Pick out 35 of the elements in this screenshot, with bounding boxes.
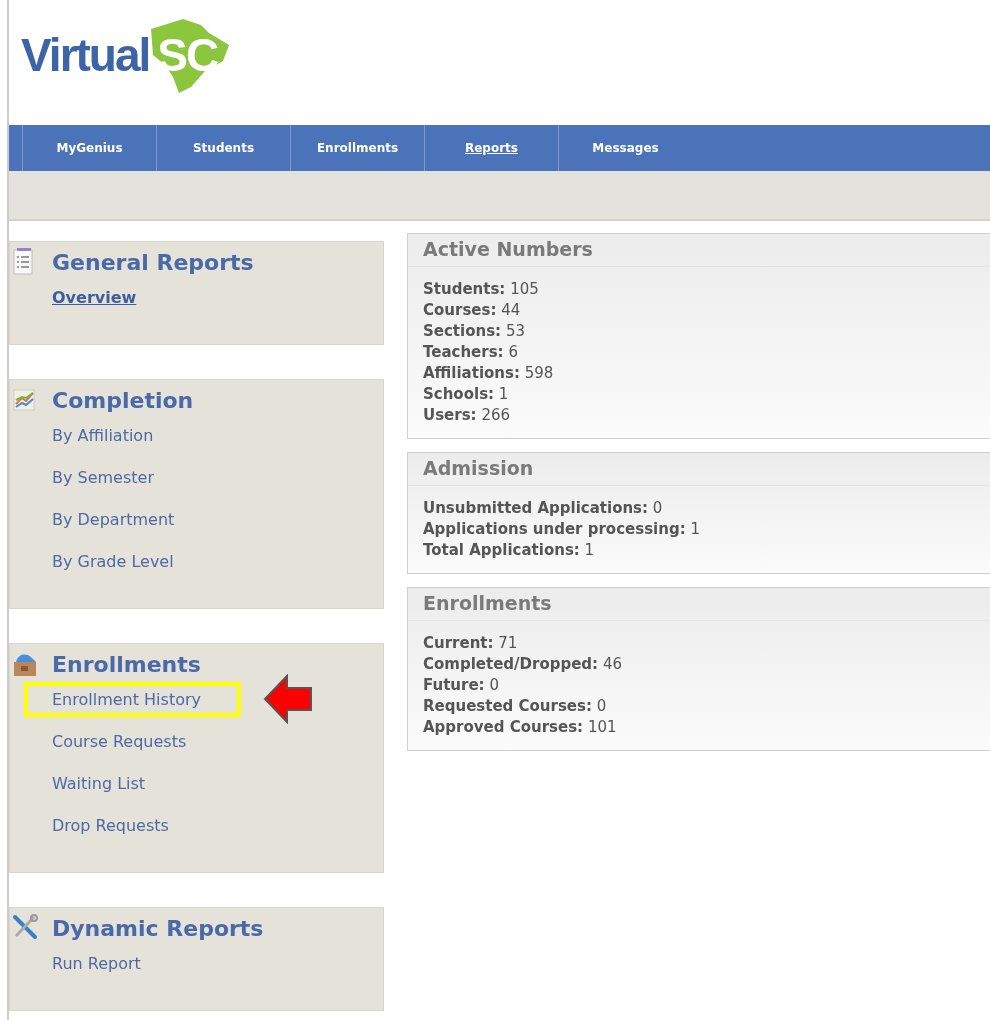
report-link[interactable]: Overview	[48, 279, 141, 315]
stat-line: Requested Courses: 0	[423, 696, 608, 717]
report-link[interactable]: Waiting List	[48, 765, 150, 801]
stat-line: Applications under processing: 1	[423, 519, 701, 540]
report-link[interactable]: Enrollment History	[24, 681, 241, 717]
stat-line: Total Applications: 1	[423, 540, 596, 561]
stat-line: Schools: 1	[423, 384, 510, 405]
panel-title: Enrollments	[408, 588, 990, 621]
arrow-icon	[263, 674, 313, 724]
stat-line: Approved Courses: 101	[423, 717, 618, 738]
stat-line: Affiliations: 598	[423, 363, 555, 384]
stat-line: Current: 71	[423, 633, 519, 654]
stat-line: Courses: 44	[423, 300, 522, 321]
section-title: General Reports	[52, 249, 254, 275]
stat-line: Completed/Dropped: 46	[423, 654, 623, 675]
stat-line: Unsubmitted Applications: 0	[423, 498, 664, 519]
section-title: Dynamic Reports	[52, 915, 264, 941]
section-title: Enrollments	[52, 651, 201, 677]
report-link[interactable]: Run Report	[48, 945, 145, 981]
chart-icon	[12, 386, 38, 414]
report-link[interactable]: By Grade Level	[48, 543, 178, 579]
stat-line: Future: 0	[423, 675, 500, 696]
tools-icon	[12, 914, 38, 942]
panel-title: Active Numbers	[408, 234, 990, 267]
report-link[interactable]: Course Requests	[48, 723, 191, 759]
panel-title: Admission	[408, 453, 990, 486]
report-link[interactable]: By Affiliation	[48, 417, 158, 453]
stat-line: Sections: 53	[423, 321, 526, 342]
report-link[interactable]: Drop Requests	[48, 807, 173, 843]
stat-line: Teachers: 6	[423, 342, 519, 363]
stat-line: Users: 266	[423, 405, 512, 426]
report-link[interactable]: By Semester	[48, 459, 158, 495]
report-link[interactable]: By Department	[48, 501, 179, 537]
stat-line: Students: 105	[423, 279, 540, 300]
section-title: Completion	[52, 387, 194, 413]
